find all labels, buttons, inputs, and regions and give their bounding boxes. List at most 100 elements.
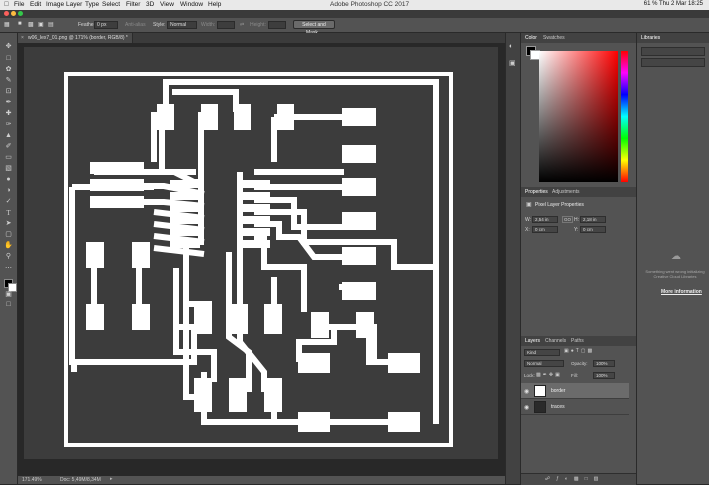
status-menu-icon[interactable]: ▸ <box>110 476 113 482</box>
height-input[interactable] <box>268 21 286 29</box>
layer-filter-kind[interactable]: Kind <box>524 349 560 356</box>
antialias-checkbox[interactable]: Anti-alias <box>125 22 146 28</box>
tab-swatches[interactable]: Swatches <box>543 35 565 41</box>
quick-select-tool-icon[interactable]: ✎ <box>4 77 13 85</box>
libraries-search-input[interactable] <box>641 58 705 67</box>
eraser-tool-icon[interactable]: ▭ <box>4 154 13 162</box>
layer-thumbnail <box>534 401 546 413</box>
tab-channels[interactable]: Channels <box>545 338 566 344</box>
doc-info: Doc: 5,49M/8,34M <box>60 477 101 483</box>
type-tool-icon[interactable]: T <box>4 209 13 217</box>
zoom-window-button[interactable] <box>18 11 23 16</box>
h-input[interactable]: 2,18 in <box>580 216 606 223</box>
eyedropper-tool-icon[interactable]: ✒ <box>4 99 13 107</box>
status-bar: 171.49% Doc: 5,49M/8,34M ▸ <box>18 476 515 484</box>
menu-help[interactable]: Help <box>208 1 221 8</box>
fill-input[interactable]: 100% <box>593 372 615 379</box>
screen-mode-icon[interactable]: □ <box>4 301 13 309</box>
layer-filter-icons[interactable]: ▣●T▢▩ <box>564 348 594 354</box>
menu-3d[interactable]: 3D <box>146 1 154 8</box>
properties-panel-tabs: Properties Adjustments <box>521 187 636 197</box>
zoom-level[interactable]: 171.49% <box>22 477 42 483</box>
w-input[interactable]: 2,54 in <box>532 216 558 223</box>
quick-mask-icon[interactable]: ▣ <box>4 291 13 299</box>
crop-tool-icon[interactable]: ⊡ <box>4 88 13 96</box>
history-brush-tool-icon[interactable]: ✐ <box>4 143 13 151</box>
new-selection-icon[interactable]: ■ <box>18 21 22 27</box>
gradient-tool-icon[interactable]: ▧ <box>4 165 13 173</box>
opacity-label: Opacity: <box>571 361 588 366</box>
history-panel-icon[interactable]: ◐ <box>509 43 513 50</box>
tab-paths[interactable]: Paths <box>571 338 584 344</box>
blend-mode-select[interactable]: Normal <box>524 360 564 367</box>
feather-input[interactable]: 0 px <box>94 21 118 29</box>
document-tab-title: w06_lex7_01.png @ 171% (border, RGB/8) * <box>28 35 128 41</box>
brush-tool-icon[interactable]: ✑ <box>4 121 13 129</box>
lock-label: Lock: <box>524 373 535 378</box>
select-and-mask-button[interactable]: Select and Mask... <box>293 20 335 36</box>
more-tools-icon[interactable]: ⋯ <box>4 265 13 273</box>
style-label: Style: <box>153 22 166 28</box>
tab-color[interactable]: Color <box>525 35 537 41</box>
shape-tool-icon[interactable]: ▢ <box>4 231 13 239</box>
tab-libraries[interactable]: Libraries <box>641 35 660 41</box>
healing-tool-icon[interactable]: ✚ <box>4 110 13 118</box>
lasso-tool-icon[interactable]: ✿ <box>4 66 13 74</box>
right-panel-column: Color Swatches Properties Adjustments ▣ … <box>520 33 636 485</box>
h-label: H: <box>574 217 579 223</box>
stamp-tool-icon[interactable]: ▲ <box>4 132 13 140</box>
brush-panel-icon[interactable]: ▣ <box>509 59 516 67</box>
menu-image[interactable]: Image <box>46 1 64 8</box>
x-input[interactable]: 0 cm <box>532 226 558 233</box>
menu-file[interactable]: File <box>14 1 24 8</box>
blur-tool-icon[interactable]: ● <box>4 176 13 184</box>
close-window-button[interactable] <box>4 11 9 16</box>
opacity-input[interactable]: 100% <box>593 360 615 367</box>
move-tool-icon[interactable]: ✥ <box>4 43 13 51</box>
style-select[interactable]: Normal <box>167 21 197 29</box>
close-tab-icon[interactable]: × <box>21 35 24 41</box>
more-information-link[interactable]: More information <box>661 289 702 295</box>
color-field[interactable] <box>539 51 618 182</box>
zoom-tool-icon[interactable]: ⚲ <box>4 253 13 261</box>
layers-panel-tabs: Layers Channels Paths <box>521 336 636 346</box>
menu-layer[interactable]: Layer <box>66 1 82 8</box>
layer-row[interactable]: ◉ traces <box>521 399 629 415</box>
menu-select[interactable]: Select <box>102 1 120 8</box>
subtract-selection-icon[interactable]: ▣ <box>38 21 44 28</box>
layer-row[interactable]: ◉ border <box>521 383 629 399</box>
dodge-tool-icon[interactable]: ◑ <box>4 187 13 195</box>
menu-view[interactable]: View <box>160 1 174 8</box>
path-select-tool-icon[interactable]: ➤ <box>4 220 13 228</box>
hue-slider[interactable] <box>621 51 628 182</box>
tab-properties[interactable]: Properties <box>525 189 548 195</box>
app-title: Adobe Photoshop CC 2017 <box>330 1 410 8</box>
menu-edit[interactable]: Edit <box>30 1 41 8</box>
y-input[interactable]: 0 cm <box>580 226 606 233</box>
marquee-tool-icon[interactable]: □ <box>4 55 13 63</box>
apple-icon[interactable]:  <box>4 1 9 8</box>
menu-window[interactable]: Window <box>180 1 203 8</box>
tab-layers[interactable]: Layers <box>525 338 540 344</box>
menu-filter[interactable]: Filter <box>126 1 140 8</box>
pen-tool-icon[interactable]: ✓ <box>4 198 13 206</box>
tab-adjustments[interactable]: Adjustments <box>552 189 580 195</box>
visibility-eye-icon[interactable]: ◉ <box>524 404 529 411</box>
add-selection-icon[interactable]: ▩ <box>28 21 34 28</box>
width-input[interactable] <box>217 21 235 29</box>
menu-type[interactable]: Type <box>85 1 99 8</box>
lock-icons[interactable]: ▩✒✥▣ <box>536 372 562 378</box>
libraries-select[interactable] <box>641 47 705 56</box>
layer-action-icons[interactable]: ☍ƒ◐▩□▨ <box>545 476 604 482</box>
swap-icon[interactable]: ⇄ <box>240 22 244 28</box>
layer-name: border <box>551 388 566 394</box>
intersect-selection-icon[interactable]: ▤ <box>48 21 54 28</box>
marquee-tool-icon[interactable]: ▦ <box>4 21 10 28</box>
link-dimensions-button[interactable]: GO <box>562 216 574 223</box>
minimize-window-button[interactable] <box>11 11 16 16</box>
visibility-eye-icon[interactable]: ◉ <box>524 388 529 395</box>
hand-tool-icon[interactable]: ✋ <box>4 242 13 250</box>
libraries-error-message: Something went wrong initializing Creati… <box>645 269 705 279</box>
pcb-image[interactable] <box>64 72 453 447</box>
document-tab[interactable]: × w06_lex7_01.png @ 171% (border, RGB/8)… <box>18 33 133 43</box>
